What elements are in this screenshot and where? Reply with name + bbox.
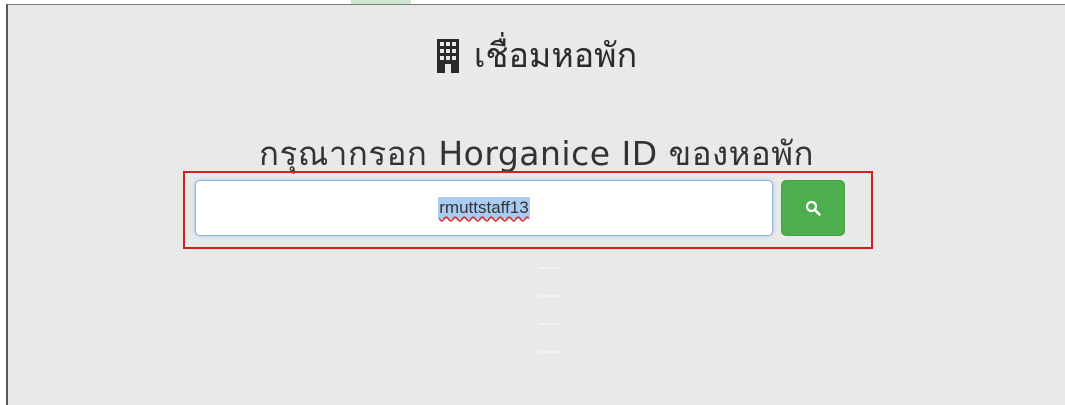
faint-divider-marks: [538, 267, 560, 367]
page-title: เชื่อมหอพัก: [473, 36, 638, 76]
horganice-id-input[interactable]: rmuttstaff13: [195, 180, 773, 236]
search-button[interactable]: [781, 180, 845, 236]
title-row: เชื่อมหอพัก: [8, 31, 1065, 81]
search-input-value: rmuttstaff13: [438, 197, 530, 219]
search-icon: [805, 200, 821, 216]
building-icon: [436, 39, 459, 73]
